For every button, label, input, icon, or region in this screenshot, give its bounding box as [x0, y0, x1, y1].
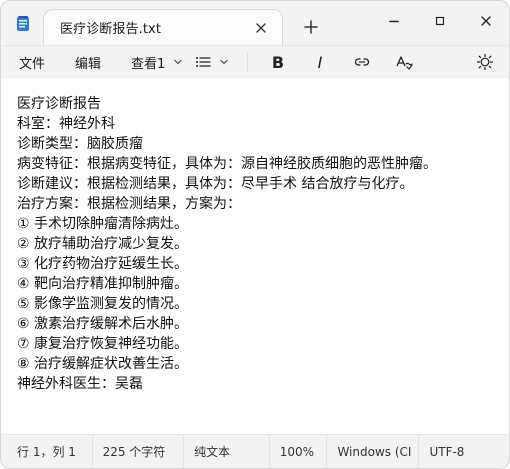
menu-bar: 文件 编辑 查看1	[1, 46, 187, 78]
bold-icon: B	[271, 52, 285, 72]
doc-line: ① 手术切除肿瘤清除病灶。	[17, 216, 189, 232]
bold-button[interactable]: B	[264, 48, 292, 76]
new-tab-button[interactable]	[297, 13, 325, 41]
doc-line: ⑥ 激素治疗缓解术后水肿。	[17, 316, 189, 332]
doc-line: 病变特征：根据病变特征，具体为：源自神经胶质细胞的恶性肿瘤。	[17, 156, 437, 172]
doc-line: 医疗诊断报告	[17, 96, 101, 112]
settings-button[interactable]	[471, 48, 499, 76]
status-encoding[interactable]: UTF-8	[419, 435, 509, 469]
doc-line: ⑤ 影像学监测复发的情况。	[17, 296, 189, 312]
menu-view-label: 查看1	[131, 56, 166, 72]
document-tab[interactable]: 医疗诊断报告.txt	[43, 9, 283, 45]
doc-line: ⑧ 治疗缓解症状改善生活。	[17, 356, 189, 372]
menu-view[interactable]: 查看1	[129, 48, 187, 76]
status-zoom[interactable]: 100%	[270, 434, 328, 468]
menu-toolbar: 文件 编辑 查看1 B I	[1, 46, 509, 79]
doc-line: ⑦ 康复治疗恢复神经功能。	[17, 336, 189, 352]
doc-line: 诊断建议：根据检测结果，具体为：尽早手术 结合放疗与化疗。	[17, 176, 414, 192]
menu-edit-label: 编辑	[75, 56, 102, 72]
doc-line: 神经外科医生：吴磊	[17, 376, 143, 392]
tab-title: 医疗诊断报告.txt	[60, 22, 162, 37]
minimize-button[interactable]	[371, 5, 417, 37]
close-window-button[interactable]	[463, 5, 509, 37]
format-tools: B I	[195, 46, 418, 78]
doc-line: ③ 化疗药物治疗延缓生长。	[17, 256, 189, 272]
maximize-button[interactable]	[417, 5, 463, 37]
list-button[interactable]	[195, 48, 231, 76]
status-char-count: 225 个字符	[93, 434, 185, 468]
chevron-down-icon	[217, 55, 231, 69]
toolbar-separator	[247, 53, 248, 71]
close-tab-icon[interactable]	[248, 15, 274, 41]
doc-line: ② 放疗辅助治疗减少复发。	[17, 236, 189, 252]
menu-edit[interactable]: 编辑	[73, 48, 103, 76]
italic-button[interactable]: I	[306, 48, 334, 76]
text-editor[interactable]: 医疗诊断报告 科室：神经外科 诊断类型：脑胶质瘤 病变特征：根据病变特征，具体为…	[1, 77, 509, 436]
list-icon	[195, 55, 211, 69]
notepad-app-icon	[13, 14, 33, 34]
doc-line: 科室：神经外科	[17, 116, 115, 132]
link-button[interactable]	[348, 48, 376, 76]
gear-icon	[476, 53, 494, 71]
status-bar: 行 1，列 1 225 个字符 纯文本 100% Windows (CI UTF…	[1, 434, 509, 468]
doc-line: ④ 靶向治疗精准抑制肿瘤。	[17, 276, 189, 292]
menu-file[interactable]: 文件	[17, 48, 47, 76]
status-format: 纯文本	[184, 434, 270, 468]
notepad-window: 医疗诊断报告.txt 文件 编辑 查看1 B I 医疗诊断报告 科室：神经外科 …	[0, 0, 510, 469]
status-position: 行 1，列 1	[1, 434, 93, 468]
status-line-endings[interactable]: Windows (CI	[327, 434, 420, 468]
chevron-down-icon	[171, 55, 185, 69]
doc-line: 治疗方案：根据检测结果，方案为：	[17, 196, 241, 212]
link-icon	[353, 56, 371, 68]
menu-file-label: 文件	[19, 56, 46, 72]
italic-icon: I	[317, 52, 323, 72]
doc-line: 诊断类型：脑胶质瘤	[17, 136, 143, 152]
spellcheck-button[interactable]	[390, 48, 418, 76]
spellcheck-icon	[395, 54, 413, 70]
title-bar: 医疗诊断报告.txt	[1, 1, 509, 46]
